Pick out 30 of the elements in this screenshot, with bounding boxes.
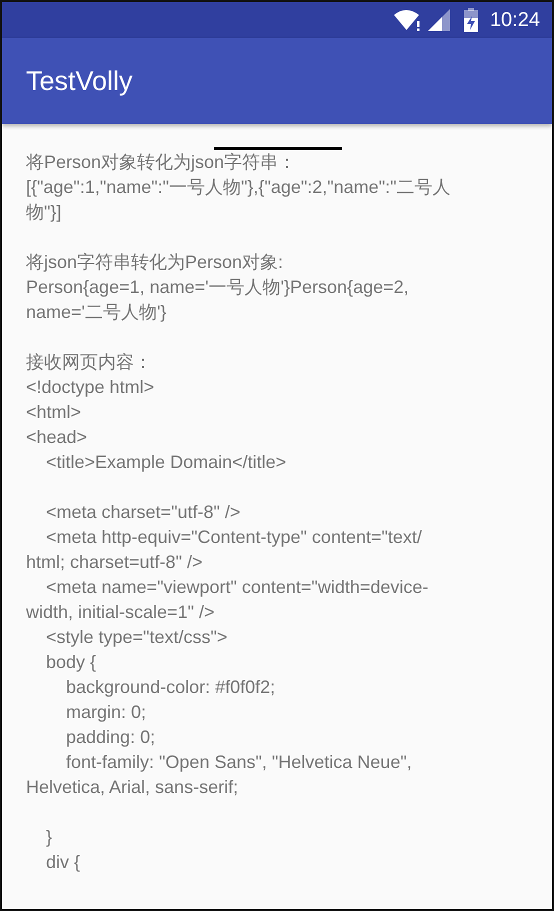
text-line: 接收网页内容：: [26, 351, 152, 374]
text-line: <title>Example Domain</title>: [45, 451, 286, 474]
clock-time: 10:24: [490, 8, 540, 32]
text-line: <meta http-equiv="Content-type" content="text/: [45, 526, 422, 549]
text-line: 物"}]: [26, 201, 62, 224]
text-line: margin: 0;: [65, 701, 146, 724]
text-line: Person{age=1, name='一号人物'}Person{age=2,: [26, 276, 409, 299]
text-line: body {: [45, 651, 96, 674]
text-line: <head>: [26, 426, 88, 449]
app-title: TestVolly: [26, 66, 133, 96]
text-line: 将json字符串转化为Person对象:: [26, 251, 284, 274]
text-line: <meta name="viewport" content="width=device-: [45, 576, 428, 599]
text-line: name='二号人物'}: [26, 301, 166, 324]
battery-charging-icon: [464, 8, 478, 32]
text-line: padding: 0;: [65, 726, 156, 749]
wifi-icon: [394, 9, 422, 31]
text-line: <!doctype html>: [26, 376, 154, 399]
text-line: }: [45, 826, 52, 849]
text-line: <style type="text/css">: [45, 626, 228, 649]
text-line: Helvetica, Arial, sans-serif;: [26, 776, 238, 799]
text-line: html; charset=utf-8" />: [26, 551, 202, 574]
text-line: background-color: #f0f0f2;: [65, 676, 276, 699]
signal-icon: [428, 9, 450, 31]
text-line: <html>: [26, 401, 82, 424]
text-line: [{"age":1,"name":"一号人物"},{"age":2,"name":"二号人: [26, 176, 450, 199]
text-line: <meta charset="utf-8" />: [45, 501, 240, 524]
text-line: font-family: "Open Sans", "Helvetica Neue",: [65, 751, 412, 774]
text-line: 将Person对象转化为json字符串：: [26, 151, 296, 174]
text-line: width, initial-scale=1" />: [26, 601, 214, 624]
text-line: div {: [45, 851, 80, 874]
